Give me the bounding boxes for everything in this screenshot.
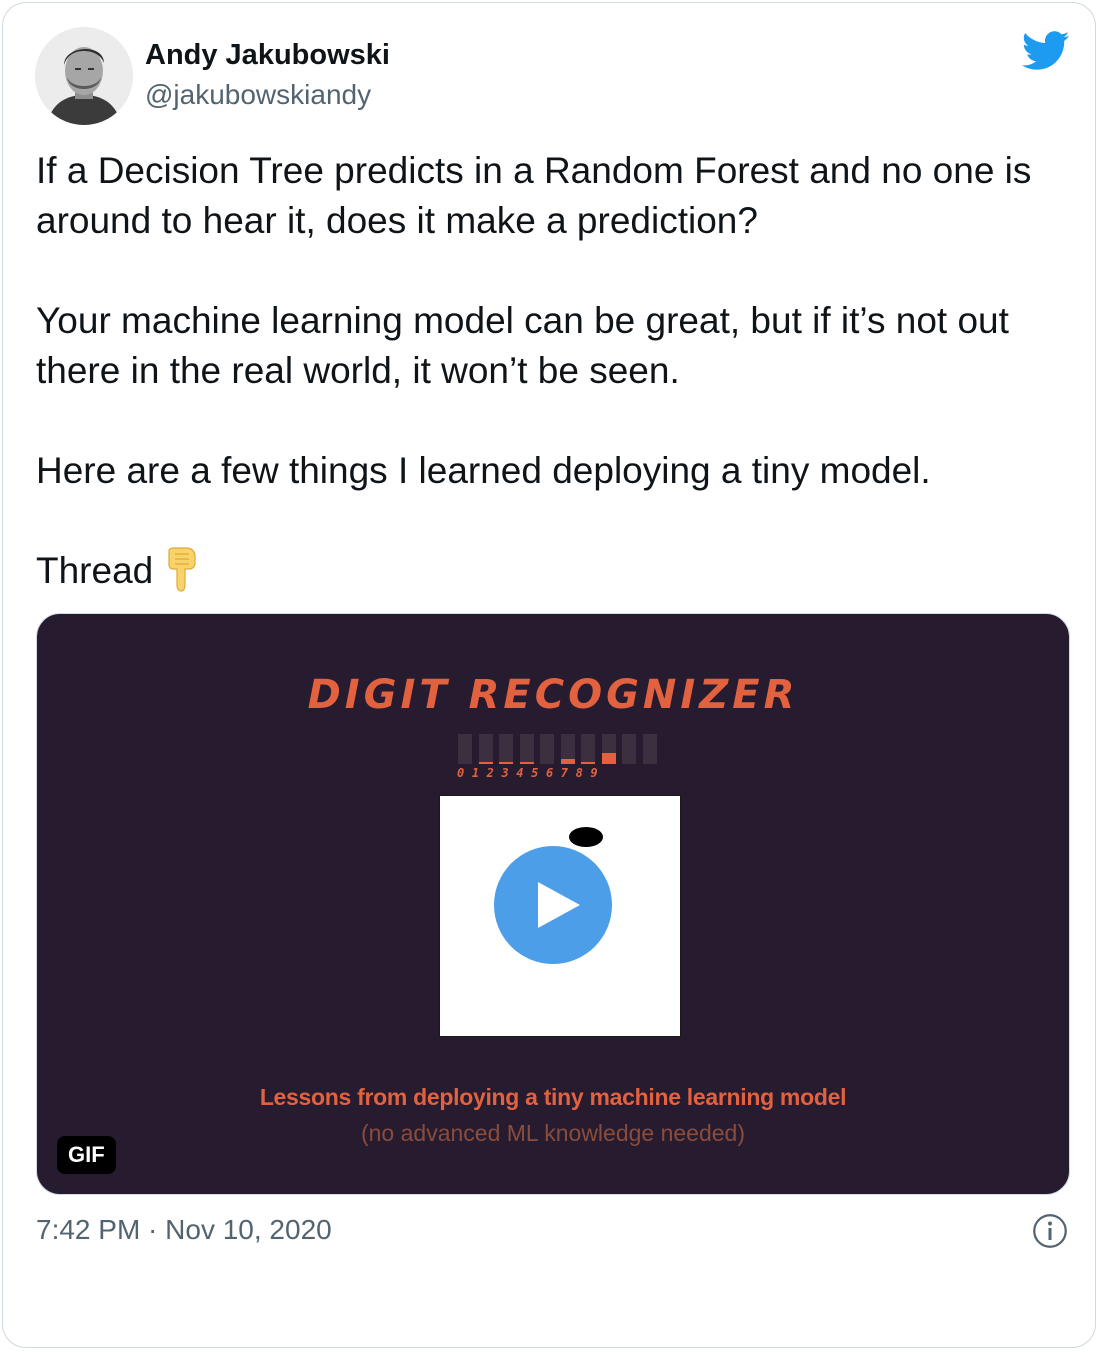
digit-bar-1 xyxy=(478,734,493,764)
digit-bar-0 xyxy=(458,734,472,764)
digit-bar-2 xyxy=(499,734,513,764)
pointing-down-emoji-icon xyxy=(161,547,201,606)
digit-bar-fill-1 xyxy=(478,762,493,764)
gif-subtitle-secondary: (no advanced ML knowledge needed) xyxy=(360,1120,746,1146)
tweet-paragraph: Here are a few things I learned deployin… xyxy=(36,450,931,491)
digit-probability-bars xyxy=(458,734,663,766)
twitter-bird-icon[interactable] xyxy=(1022,31,1070,71)
thread-line: Thread xyxy=(36,546,1076,606)
digit-bar-3 xyxy=(519,734,534,764)
digit-bar-fill-3 xyxy=(519,762,534,764)
digit-bar-fill-5 xyxy=(560,759,575,764)
gif-subtitle: Lessons from deploying a tiny machine le… xyxy=(259,1084,847,1110)
info-icon[interactable] xyxy=(1032,1213,1068,1249)
digit-bar-fill-7 xyxy=(601,753,616,764)
digit-bar-9 xyxy=(642,734,657,764)
tweet-paragraph: If a Decision Tree predicts in a Random … xyxy=(36,150,1032,241)
author-handle[interactable]: @jakubowskiandy xyxy=(145,79,371,111)
author-name[interactable]: Andy Jakubowski xyxy=(145,39,390,72)
profile-photo-icon xyxy=(35,27,133,125)
digit-labels: 0123456789 xyxy=(457,766,606,780)
gif-media[interactable]: DIGIT RECOGNIZER 0123456789 Lessons from… xyxy=(36,613,1070,1195)
digit-bar-6 xyxy=(581,734,595,764)
digit-bar-4 xyxy=(540,734,554,764)
digit-bar-fill-6 xyxy=(581,762,595,764)
tweet-paragraph: Your machine learning model can be great… xyxy=(36,300,1009,391)
digit-bar-8 xyxy=(622,734,636,764)
gif-title: DIGIT RECOGNIZER xyxy=(307,672,799,718)
digit-bar-5 xyxy=(560,734,575,764)
gif-badge: GIF xyxy=(57,1136,116,1174)
tweet-card: Andy Jakubowski @jakubowskiandy If a Dec… xyxy=(2,2,1096,1348)
play-icon[interactable] xyxy=(493,845,613,965)
tweet-text: If a Decision Tree predicts in a Random … xyxy=(36,146,1076,606)
digit-bar-7 xyxy=(601,734,616,764)
digit-bar-fill-2 xyxy=(499,762,513,764)
avatar[interactable] xyxy=(35,27,133,125)
thread-label: Thread xyxy=(36,550,154,591)
tweet-timestamp[interactable]: 7:42 PM · Nov 10, 2020 xyxy=(36,1214,332,1246)
